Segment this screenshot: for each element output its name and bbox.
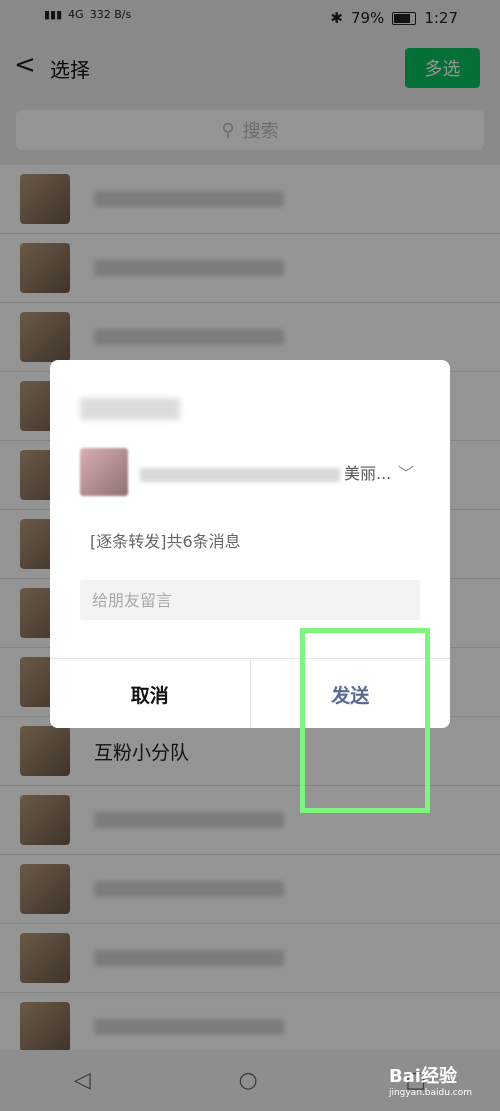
comment-input[interactable] (80, 580, 420, 620)
dialog-heading-blurred (80, 398, 180, 420)
watermark-url: jingyan.baidu.com (388, 1088, 472, 1098)
blurred-target-name (140, 467, 340, 482)
forward-target: 美丽... (80, 448, 391, 496)
forward-summary: [逐条转发]共6条消息 (90, 532, 241, 551)
chevron-down-icon[interactable]: ﹀ (398, 460, 414, 484)
target-name: 美丽... (140, 460, 391, 484)
target-avatar (80, 448, 128, 496)
watermark-brand: Bai经验 (388, 1066, 457, 1087)
send-highlight-box (300, 628, 430, 813)
cancel-button[interactable]: 取消 (50, 659, 251, 728)
baidu-watermark: Bai经验 jingyan.baidu.com (389, 1062, 472, 1098)
target-name-suffix: 美丽... (344, 464, 392, 483)
